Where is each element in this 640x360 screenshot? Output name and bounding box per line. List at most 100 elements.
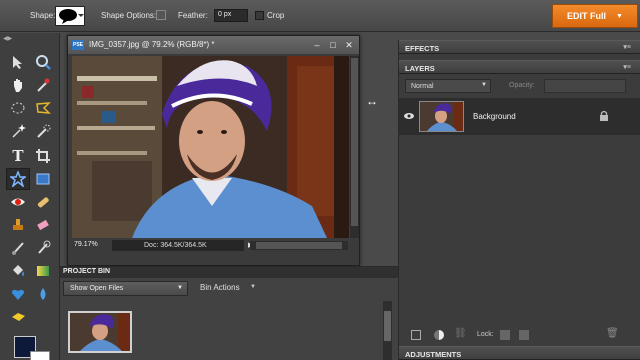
project-bin-scroll-thumb[interactable] bbox=[384, 311, 391, 341]
effects-panel-header[interactable]: EFFECTS ▾≡ bbox=[399, 40, 640, 54]
cookie-cutter-tool[interactable] bbox=[6, 168, 30, 190]
horizontal-scrollbar[interactable] bbox=[250, 241, 348, 250]
cookie-cutter-icon bbox=[10, 171, 26, 187]
hand-icon bbox=[14, 79, 22, 92]
shape-options-label[interactable]: Shape Options: bbox=[101, 11, 156, 21]
smart-brush-icon bbox=[38, 240, 51, 254]
adjustments-panel-header[interactable]: ADJUSTMENTS bbox=[399, 346, 640, 360]
minimize-icon[interactable]: ‒ bbox=[311, 39, 323, 51]
shape-picker[interactable] bbox=[55, 6, 85, 26]
eyedropper-tool[interactable] bbox=[31, 74, 55, 96]
type-tool[interactable]: T bbox=[6, 145, 30, 167]
quick-selection-tool[interactable] bbox=[31, 120, 55, 142]
lock-all-icon[interactable] bbox=[519, 330, 529, 340]
layer-name: Background bbox=[473, 112, 516, 121]
document-icon: PSE bbox=[72, 40, 84, 50]
crop-label: Crop bbox=[267, 11, 285, 20]
magic-wand-tool[interactable] bbox=[6, 120, 30, 142]
healing-brush-tool[interactable] bbox=[31, 191, 55, 213]
clone-stamp-tool[interactable] bbox=[6, 214, 30, 236]
options-bar: Shape: Shape Options: Feather: 0 px Crop… bbox=[0, 0, 640, 32]
red-eye-icon bbox=[11, 198, 25, 206]
photo-canvas[interactable] bbox=[72, 56, 349, 238]
panel-menu-icon[interactable]: ▾≡ bbox=[623, 43, 631, 51]
project-bin-scrollbar[interactable] bbox=[383, 301, 392, 360]
toolbar-grip-icon[interactable]: ◀▶ bbox=[3, 35, 12, 42]
brush-tool[interactable] bbox=[6, 237, 30, 259]
brush-icon bbox=[12, 242, 24, 255]
feather-label: Feather: bbox=[178, 11, 208, 20]
opacity-input[interactable] bbox=[544, 79, 626, 93]
custom-shape-icon bbox=[12, 289, 24, 300]
straighten-tool[interactable] bbox=[31, 168, 55, 190]
marquee-tool[interactable] bbox=[6, 97, 30, 119]
vertical-scrollbar[interactable] bbox=[350, 56, 359, 238]
vertical-scroll-thumb[interactable] bbox=[351, 58, 358, 226]
tools-panel: ◀▶ T bbox=[0, 33, 60, 360]
blend-mode-select[interactable]: Normal ▼ bbox=[405, 79, 491, 93]
crop-checkbox[interactable] bbox=[255, 11, 264, 20]
paint-bucket-tool[interactable] bbox=[6, 260, 30, 282]
blur-tool[interactable] bbox=[31, 283, 55, 305]
clone-stamp-icon bbox=[13, 219, 23, 230]
eraser-tool[interactable] bbox=[31, 214, 55, 236]
marquee-icon bbox=[11, 102, 25, 114]
magic-wand-icon bbox=[12, 124, 26, 138]
layer-row[interactable]: Background bbox=[399, 98, 640, 135]
horizontal-scroll-thumb[interactable] bbox=[256, 242, 342, 249]
trash-icon[interactable]: 🗑 bbox=[606, 328, 619, 339]
paint-bucket-icon bbox=[13, 265, 24, 276]
document-window[interactable]: PSE IMG_0357.jpg @ 79.2% (RGB/8*) * ‒ □ … bbox=[67, 35, 360, 266]
panels-dock: EFFECTS ▾≡ LAYERS ▾≡ Normal ▼ Opacity: B… bbox=[398, 40, 640, 360]
custom-shape-tool[interactable] bbox=[6, 283, 30, 305]
project-bin-title: PROJECT BIN bbox=[63, 268, 111, 275]
new-layer-icon[interactable] bbox=[411, 330, 421, 340]
gradient-tool[interactable] bbox=[31, 260, 55, 282]
move-tool[interactable] bbox=[6, 51, 30, 73]
edit-full-button[interactable]: EDIT Full ▼ bbox=[552, 4, 638, 28]
lasso-tool[interactable] bbox=[31, 97, 55, 119]
adjustment-layer-icon[interactable] bbox=[433, 329, 445, 341]
panel-menu-icon[interactable]: ▾≡ bbox=[623, 63, 631, 71]
layers-panel-footer: ⛓ Lock: 🗑 bbox=[399, 327, 640, 343]
hand-tool[interactable] bbox=[6, 74, 30, 96]
document-status-bar: 79.17% Doc: 364.5K/364.5K ▶ bbox=[68, 239, 359, 253]
smart-brush-tool[interactable] bbox=[31, 237, 55, 259]
shape-options-dropdown-icon[interactable] bbox=[156, 10, 166, 20]
photo-image bbox=[72, 56, 349, 238]
chevron-down-icon: ▼ bbox=[616, 12, 623, 20]
link-icon[interactable]: ⛓ bbox=[454, 328, 467, 339]
layer-thumbnail-image bbox=[420, 102, 463, 131]
background-color-swatch[interactable] bbox=[30, 351, 50, 360]
crop-icon bbox=[36, 149, 50, 163]
zoom-tool[interactable] bbox=[31, 51, 55, 73]
lock-icon bbox=[600, 110, 608, 121]
lasso-icon bbox=[36, 102, 51, 114]
document-titlebar[interactable]: PSE IMG_0357.jpg @ 79.2% (RGB/8*) * ‒ □ … bbox=[68, 36, 359, 54]
layers-title: LAYERS bbox=[405, 64, 435, 73]
eye-icon[interactable] bbox=[404, 111, 414, 121]
layers-panel-header[interactable]: LAYERS ▾≡ bbox=[399, 60, 640, 74]
zoom-level[interactable]: 79.17% bbox=[74, 241, 98, 248]
blur-icon bbox=[40, 288, 46, 300]
resize-arrows-icon[interactable]: ↔ bbox=[366, 94, 378, 108]
feather-input[interactable]: 0 px bbox=[214, 9, 248, 22]
straighten-icon bbox=[36, 173, 50, 185]
move-icon bbox=[13, 56, 22, 69]
bin-actions-menu[interactable]: Bin Actions bbox=[200, 283, 240, 292]
sponge-tool[interactable] bbox=[6, 306, 30, 328]
bin-actions-chevron-icon[interactable]: ▼ bbox=[250, 284, 256, 290]
quick-selection-icon bbox=[37, 124, 51, 138]
red-eye-tool[interactable] bbox=[6, 191, 30, 213]
project-bin-header[interactable]: PROJECT BIN bbox=[60, 267, 398, 278]
crop-tool[interactable] bbox=[31, 145, 55, 167]
close-icon[interactable]: ✕ bbox=[343, 39, 355, 51]
edit-full-label: EDIT Full bbox=[567, 11, 607, 21]
show-files-select[interactable]: Show Open Files ▼ bbox=[63, 281, 188, 296]
lock-label: Lock: bbox=[477, 331, 494, 338]
project-bin: PROJECT BIN Show Open Files ▼ Bin Action… bbox=[60, 266, 398, 360]
lock-transparent-icon[interactable] bbox=[500, 330, 510, 340]
gradient-icon bbox=[37, 266, 49, 276]
bin-thumbnail[interactable] bbox=[68, 311, 132, 353]
maximize-icon[interactable]: □ bbox=[327, 39, 339, 51]
